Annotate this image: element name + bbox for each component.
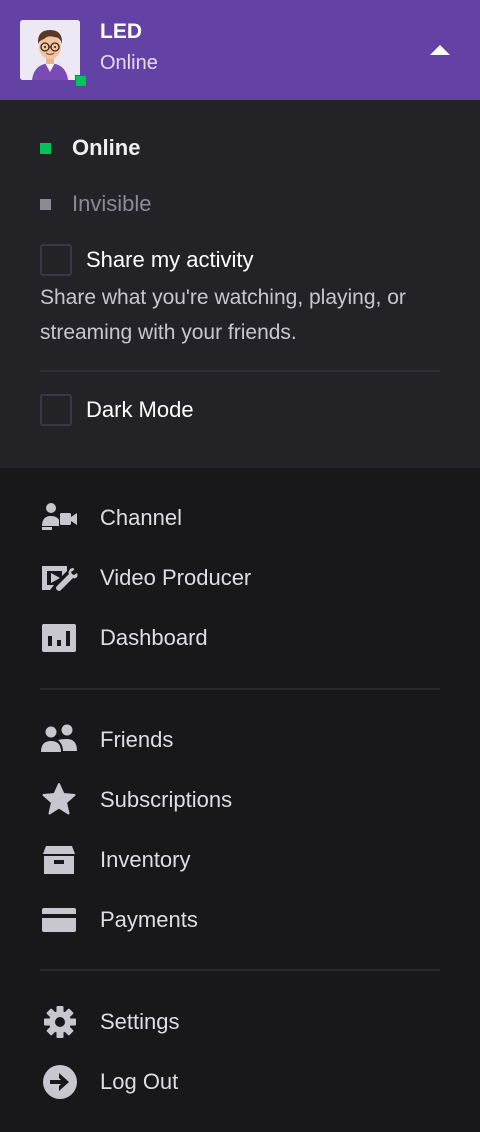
status-option-online[interactable]: Online: [40, 133, 140, 163]
share-activity-toggle[interactable]: Share my activity: [40, 244, 254, 276]
menu-item-settings[interactable]: Settings: [40, 1000, 440, 1044]
user-display-name: LED: [100, 20, 142, 43]
menu-item-label: Video Producer: [100, 565, 252, 590]
divider: [40, 370, 440, 372]
inventory-box-icon: [40, 840, 80, 880]
user-status-text: Online: [100, 52, 158, 74]
collapse-menu-button[interactable]: [420, 30, 460, 70]
menu-item-label: Channel: [100, 505, 182, 530]
share-activity-checkbox[interactable]: [40, 244, 72, 276]
star-icon: [40, 780, 80, 820]
dashboard-icon: [40, 618, 80, 658]
status-option-label: Invisible: [72, 191, 152, 216]
menu-item-label: Subscriptions: [100, 787, 233, 812]
menu-item-inventory[interactable]: Inventory: [40, 838, 440, 882]
menu-item-label: Friends: [100, 727, 174, 752]
menu-item-video-producer[interactable]: Video Producer: [40, 556, 440, 600]
menu-item-label: Log Out: [100, 1069, 179, 1094]
chevron-up-icon: [430, 45, 450, 55]
online-status-square-icon: [40, 142, 51, 154]
menu-item-log-out[interactable]: Log Out: [40, 1060, 440, 1104]
dark-mode-toggle[interactable]: Dark Mode: [40, 394, 194, 426]
menu-item-channel[interactable]: Channel: [40, 496, 440, 540]
share-activity-label: Share my activity: [86, 247, 254, 272]
status-option-invisible[interactable]: Invisible: [40, 189, 151, 219]
presence-settings-panel: Online Invisible Share my activity Share…: [0, 100, 480, 468]
menu-item-friends[interactable]: Friends: [40, 718, 440, 762]
dark-mode-label: Dark Mode: [86, 397, 194, 422]
menu-item-label: Inventory: [100, 847, 191, 872]
logout-icon: [40, 1062, 80, 1102]
gear-icon: [40, 1002, 80, 1042]
menu-item-label: Payments: [100, 907, 198, 932]
invisible-status-square-icon: [40, 198, 51, 210]
share-activity-description: Share what you're watching, playing, or …: [40, 286, 406, 344]
menu-item-payments[interactable]: Payments: [40, 898, 440, 942]
dark-mode-checkbox[interactable]: [40, 394, 72, 426]
avatar-cartoon-icon: [20, 20, 80, 80]
video-producer-icon: [40, 558, 80, 598]
channel-camera-icon: [40, 498, 80, 538]
status-option-label: Online: [72, 135, 141, 160]
online-presence-indicator: [75, 75, 87, 87]
divider: [40, 969, 440, 971]
menu-item-label: Dashboard: [100, 625, 208, 650]
user-menu-header[interactable]: LED Online: [0, 0, 480, 100]
friends-icon: [40, 720, 80, 760]
menu-item-subscriptions[interactable]: Subscriptions: [40, 778, 440, 822]
divider: [40, 688, 440, 690]
menu-item-label: Settings: [100, 1009, 180, 1034]
menu-item-dashboard[interactable]: Dashboard: [40, 616, 440, 660]
payment-card-icon: [40, 900, 80, 940]
user-menu-dropdown: LED Online Online Invisible Share my act…: [0, 0, 480, 1132]
avatar: [20, 20, 80, 80]
